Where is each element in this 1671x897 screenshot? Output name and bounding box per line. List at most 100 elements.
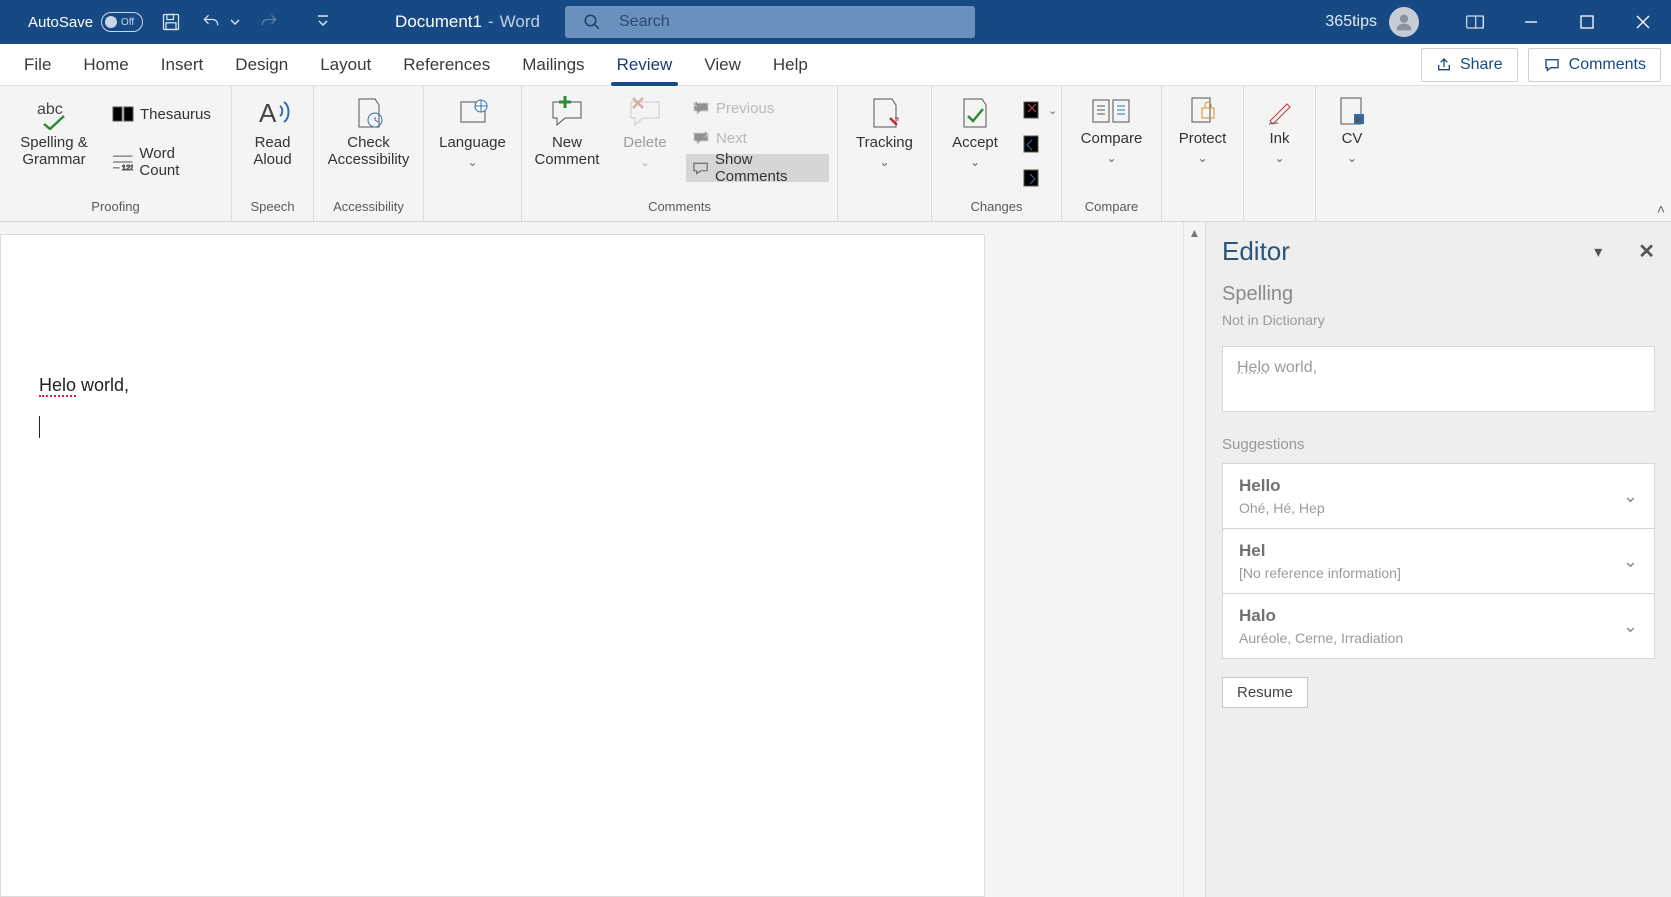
chevron-down-icon[interactable]: ⌄ bbox=[1623, 616, 1638, 637]
svg-text:A: A bbox=[259, 98, 277, 128]
ribbon-tabs: File Home Insert Design Layout Reference… bbox=[0, 44, 1671, 86]
thesaurus-button[interactable]: Thesaurus bbox=[106, 100, 223, 128]
account-avatar-icon[interactable] bbox=[1389, 7, 1419, 37]
next-comment-button: Next bbox=[686, 124, 829, 152]
vertical-scrollbar[interactable]: ▲ bbox=[1183, 222, 1205, 897]
editor-pane-options-icon[interactable]: ▾ bbox=[1594, 242, 1602, 262]
accept-button[interactable]: Accept bbox=[940, 92, 1010, 173]
spelling-icon: abc bbox=[34, 96, 74, 130]
group-label-proofing: Proofing bbox=[0, 199, 231, 221]
tab-references[interactable]: References bbox=[387, 44, 506, 86]
suggestion-item[interactable]: Halo Auréole, Cerne, Irradiation ⌄ bbox=[1222, 594, 1655, 659]
chevron-down-icon[interactable]: ⌄ bbox=[1623, 486, 1638, 507]
close-button[interactable] bbox=[1615, 0, 1671, 44]
tab-review[interactable]: Review bbox=[601, 44, 689, 86]
prev-change-icon bbox=[1022, 134, 1042, 154]
show-comments-button[interactable]: Show Comments bbox=[686, 154, 829, 182]
suggestions-list: Hello Ohé, Hé, Hep ⌄ Hel [No reference i… bbox=[1222, 463, 1655, 659]
account-name[interactable]: 365tips bbox=[1325, 13, 1377, 31]
previous-icon bbox=[692, 101, 710, 115]
tracking-button[interactable]: Tracking bbox=[850, 92, 920, 173]
svg-text:abc: abc bbox=[37, 101, 63, 118]
redo-icon bbox=[257, 10, 281, 34]
word-count-button[interactable]: 123 Word Count bbox=[106, 148, 223, 176]
ink-button[interactable]: Ink bbox=[1245, 92, 1315, 169]
previous-change-button[interactable] bbox=[1016, 130, 1063, 158]
delete-comment-icon bbox=[625, 96, 665, 130]
comment-icon bbox=[692, 161, 709, 175]
cv-button[interactable]: in CV bbox=[1317, 92, 1387, 169]
protect-icon bbox=[1188, 96, 1218, 126]
autosave-toggle[interactable]: AutoSave Off bbox=[28, 12, 143, 32]
svg-text:in: in bbox=[1356, 117, 1362, 124]
read-aloud-button[interactable]: A ReadAloud bbox=[238, 92, 308, 173]
group-label-changes: Changes bbox=[932, 199, 1061, 221]
editor-pane-close-icon[interactable]: ✕ bbox=[1638, 239, 1655, 264]
document-title: Document1 - Word bbox=[395, 12, 540, 32]
cv-icon: in bbox=[1338, 96, 1366, 126]
collapse-ribbon-icon[interactable]: ˄ bbox=[1657, 201, 1665, 217]
ink-icon bbox=[1265, 96, 1295, 126]
protect-button[interactable]: Protect bbox=[1168, 92, 1238, 169]
misspelled-word[interactable]: Helo bbox=[39, 375, 76, 397]
tab-view[interactable]: View bbox=[688, 44, 757, 86]
language-button[interactable]: Language bbox=[433, 92, 512, 173]
new-comment-icon bbox=[547, 96, 587, 130]
word-count-icon: 123 bbox=[112, 153, 133, 171]
language-icon bbox=[455, 96, 491, 130]
tab-insert[interactable]: Insert bbox=[145, 44, 220, 86]
group-label-speech: Speech bbox=[232, 199, 313, 221]
tab-help[interactable]: Help bbox=[757, 44, 824, 86]
document-area[interactable]: Helo world, bbox=[0, 222, 1183, 897]
suggestion-item[interactable]: Hello Ohé, Hé, Hep ⌄ bbox=[1222, 463, 1655, 529]
minimize-button[interactable] bbox=[1503, 0, 1559, 44]
group-label-compare: Compare bbox=[1062, 199, 1161, 221]
next-change-icon bbox=[1022, 168, 1042, 188]
qat-customize-icon[interactable] bbox=[311, 10, 335, 34]
comments-button[interactable]: Comments bbox=[1528, 48, 1661, 82]
tab-home[interactable]: Home bbox=[67, 44, 144, 86]
save-icon[interactable] bbox=[159, 10, 183, 34]
ribbon: abc Spelling &Grammar Thesaurus 123 Word… bbox=[0, 86, 1671, 222]
previous-comment-button: Previous bbox=[686, 94, 829, 122]
editor-section: Spelling bbox=[1222, 283, 1655, 306]
spelling-grammar-button[interactable]: abc Spelling &Grammar bbox=[8, 92, 100, 173]
compare-icon bbox=[1091, 96, 1131, 126]
reject-button[interactable]: ⌄ bbox=[1016, 96, 1063, 124]
tab-file[interactable]: File bbox=[0, 44, 67, 86]
group-label-accessibility: Accessibility bbox=[314, 199, 423, 221]
compare-button[interactable]: Compare bbox=[1075, 92, 1149, 169]
editor-reason: Not in Dictionary bbox=[1222, 312, 1655, 328]
suggestion-item[interactable]: Hel [No reference information] ⌄ bbox=[1222, 529, 1655, 594]
read-aloud-icon: A bbox=[253, 96, 293, 130]
thesaurus-icon bbox=[112, 105, 134, 123]
editor-pane: Editor ▾ ✕ Spelling Not in Dictionary He… bbox=[1205, 222, 1671, 897]
document-line-1: Helo world, bbox=[39, 375, 984, 396]
scroll-up-icon[interactable]: ▲ bbox=[1189, 226, 1201, 897]
share-button[interactable]: Share bbox=[1421, 48, 1518, 82]
undo-icon[interactable] bbox=[199, 10, 223, 34]
search-box[interactable]: Search bbox=[565, 6, 975, 38]
tab-design[interactable]: Design bbox=[219, 44, 304, 86]
check-accessibility-button[interactable]: CheckAccessibility bbox=[322, 92, 415, 173]
next-icon bbox=[692, 131, 710, 145]
next-change-button[interactable] bbox=[1016, 164, 1063, 192]
tab-mailings[interactable]: Mailings bbox=[506, 44, 600, 86]
maximize-button[interactable] bbox=[1559, 0, 1615, 44]
tracking-icon bbox=[868, 96, 902, 130]
tab-layout[interactable]: Layout bbox=[304, 44, 387, 86]
suggestions-label: Suggestions bbox=[1222, 436, 1655, 453]
ribbon-display-options-icon[interactable] bbox=[1447, 0, 1503, 44]
accessibility-icon bbox=[351, 96, 387, 130]
new-comment-button[interactable]: NewComment bbox=[530, 92, 604, 173]
search-placeholder: Search bbox=[619, 13, 670, 31]
undo-dropdown-icon[interactable] bbox=[229, 10, 241, 34]
autosave-switch[interactable]: Off bbox=[101, 12, 143, 32]
chevron-down-icon[interactable]: ⌄ bbox=[1623, 551, 1638, 572]
document-page[interactable]: Helo world, bbox=[0, 234, 985, 897]
reject-icon bbox=[1022, 100, 1042, 120]
accept-icon bbox=[958, 96, 992, 130]
delete-comment-button: Delete bbox=[610, 92, 680, 173]
autosave-label: AutoSave bbox=[28, 14, 93, 31]
resume-button[interactable]: Resume bbox=[1222, 677, 1308, 708]
